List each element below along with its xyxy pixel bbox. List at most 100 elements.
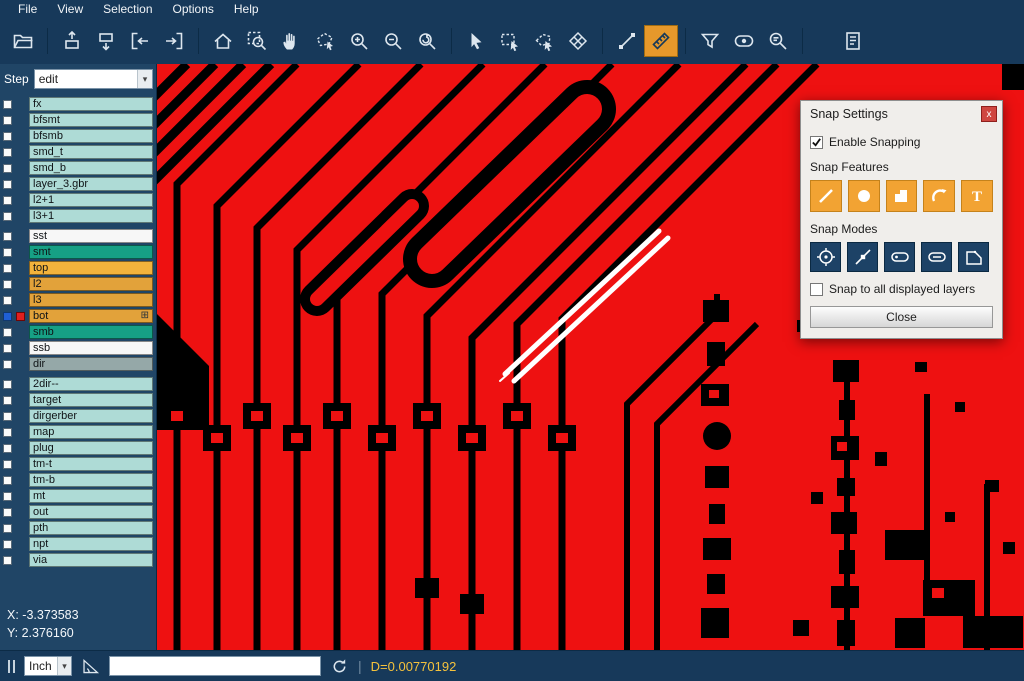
layer-label[interactable]: out <box>29 505 153 519</box>
layer-visibility-checkbox[interactable] <box>3 328 12 337</box>
layer-visibility-checkbox[interactable] <box>3 492 12 501</box>
layer-active-indicator[interactable] <box>16 556 25 565</box>
layer-label[interactable]: mt <box>29 489 153 503</box>
layer-row[interactable]: l2 <box>0 276 156 292</box>
snap-mode-contour-button[interactable] <box>958 242 989 272</box>
layer-label[interactable]: 2dir-- <box>29 377 153 391</box>
layer-visibility-checkbox[interactable] <box>3 380 12 389</box>
layer-active-indicator[interactable] <box>16 476 25 485</box>
search-locate-button[interactable] <box>761 25 795 57</box>
layer-visibility-checkbox[interactable] <box>3 412 12 421</box>
layer-row[interactable]: npt <box>0 536 156 552</box>
layer-active-indicator[interactable] <box>16 180 25 189</box>
filter-button[interactable] <box>693 25 727 57</box>
open-folder-button[interactable] <box>6 25 40 57</box>
layer-row[interactable]: l2+1 <box>0 192 156 208</box>
layer-active-indicator[interactable] <box>16 508 25 517</box>
layer-active-indicator[interactable] <box>16 212 25 221</box>
layer-label[interactable]: sst <box>29 229 153 243</box>
layer-visibility-checkbox[interactable] <box>3 212 12 221</box>
layer-visibility-checkbox[interactable] <box>3 100 12 109</box>
layer-active-indicator[interactable] <box>16 360 25 369</box>
snap-feature-text-button[interactable]: T <box>961 180 993 212</box>
layer-active-indicator[interactable] <box>16 196 25 205</box>
layer-row[interactable]: mt <box>0 488 156 504</box>
layer-active-indicator[interactable] <box>16 232 25 241</box>
snap-feature-pad-button[interactable] <box>848 180 880 212</box>
layer-active-indicator[interactable] <box>16 132 25 141</box>
refresh-button[interactable] <box>330 657 349 676</box>
layer-row[interactable]: bfsmt <box>0 112 156 128</box>
layer-label[interactable]: dirgerber <box>29 409 153 423</box>
layer-visibility-checkbox[interactable] <box>3 280 12 289</box>
layer-active-indicator[interactable] <box>16 444 25 453</box>
snap-mode-slot-center-button[interactable] <box>921 242 952 272</box>
step-select[interactable]: edit ▾ <box>34 69 153 89</box>
pan-hand-button[interactable] <box>274 25 308 57</box>
select-poly-button[interactable] <box>527 25 561 57</box>
menu-view[interactable]: View <box>47 0 93 18</box>
snap-all-layers-checkbox[interactable] <box>810 283 823 296</box>
export-right-button[interactable] <box>157 25 191 57</box>
layer-row[interactable]: pth <box>0 520 156 536</box>
layer-label[interactable]: smd_b <box>29 161 153 175</box>
layer-row[interactable]: layer_3.gbr <box>0 176 156 192</box>
snap-mode-slot-button[interactable] <box>884 242 915 272</box>
layers-grid-button[interactable] <box>561 25 595 57</box>
layer-label[interactable]: smd_t <box>29 145 153 159</box>
line-tool-button[interactable] <box>610 25 644 57</box>
layer-visibility-checkbox[interactable] <box>3 248 12 257</box>
chevron-down-icon[interactable]: ▾ <box>57 657 71 675</box>
layer-visibility-checkbox[interactable] <box>3 196 12 205</box>
layer-active-indicator[interactable] <box>16 312 25 321</box>
layer-row[interactable]: l3+1 <box>0 208 156 224</box>
layer-label[interactable]: pth <box>29 521 153 535</box>
menu-selection[interactable]: Selection <box>93 0 162 18</box>
layer-label[interactable]: l3 <box>29 293 153 307</box>
layer-active-indicator[interactable] <box>16 524 25 533</box>
menu-help[interactable]: Help <box>224 0 269 18</box>
layer-active-indicator[interactable] <box>16 344 25 353</box>
layer-label[interactable]: bfsmt <box>29 113 153 127</box>
menu-file[interactable]: File <box>8 0 47 18</box>
select-pointer-button[interactable] <box>459 25 493 57</box>
layer-row[interactable]: smb <box>0 324 156 340</box>
zoom-reset-button[interactable] <box>410 25 444 57</box>
statusbar-grip[interactable] <box>8 660 15 673</box>
layer-active-indicator[interactable] <box>16 492 25 501</box>
layer-visibility-checkbox[interactable] <box>3 444 12 453</box>
layer-visibility-checkbox[interactable] <box>3 540 12 549</box>
layer-label[interactable]: smt <box>29 245 153 259</box>
layer-active-indicator[interactable] <box>16 248 25 257</box>
report-list-button[interactable] <box>836 25 870 57</box>
layer-active-indicator[interactable] <box>16 264 25 273</box>
layer-row[interactable]: map <box>0 424 156 440</box>
layer-visibility-checkbox[interactable] <box>3 556 12 565</box>
layer-visibility-checkbox[interactable] <box>3 508 12 517</box>
layer-label[interactable]: fx <box>29 97 153 111</box>
layer-row[interactable]: smt <box>0 244 156 260</box>
layer-row[interactable]: tm-b <box>0 472 156 488</box>
measure-ruler-button[interactable] <box>644 25 678 57</box>
layer-label[interactable]: via <box>29 553 153 567</box>
layer-active-indicator[interactable] <box>16 116 25 125</box>
layer-active-indicator[interactable] <box>16 280 25 289</box>
zoom-region-button[interactable] <box>240 25 274 57</box>
layer-row[interactable]: l3 <box>0 292 156 308</box>
dialog-close-x-button[interactable]: x <box>981 106 997 122</box>
layer-visibility-checkbox[interactable] <box>3 344 12 353</box>
layer-label[interactable]: bot⊞ <box>29 309 153 323</box>
layer-row[interactable]: dir <box>0 356 156 372</box>
layer-visibility-checkbox[interactable] <box>3 476 12 485</box>
layer-active-indicator[interactable] <box>16 428 25 437</box>
snap-mode-point-on-line-button[interactable] <box>847 242 878 272</box>
layer-row[interactable]: target <box>0 392 156 408</box>
layer-label[interactable]: layer_3.gbr <box>29 177 153 191</box>
layer-active-indicator[interactable] <box>16 100 25 109</box>
angle-tool-button[interactable] <box>81 657 100 676</box>
enable-snapping-checkbox[interactable] <box>810 136 823 149</box>
zoom-in-button[interactable] <box>342 25 376 57</box>
layer-visibility-checkbox[interactable] <box>3 180 12 189</box>
layer-grid-icon[interactable]: ⊞ <box>141 311 149 321</box>
layer-row[interactable]: tm-t <box>0 456 156 472</box>
